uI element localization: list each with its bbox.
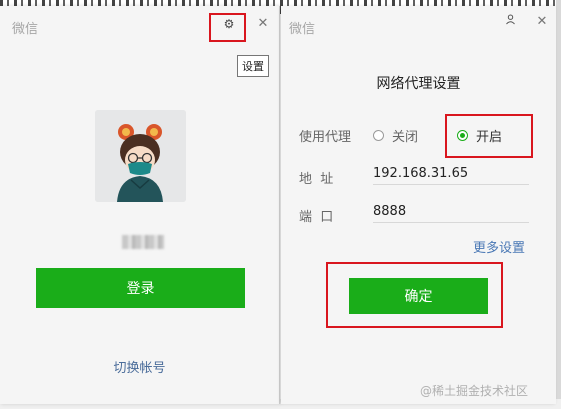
radio-circle (373, 130, 384, 141)
port-label: 端 口 (299, 210, 334, 225)
proxy-settings-window: 微信 ✕ 网络代理设置 使用代理 关闭 开启 地 址 端 口 更多设置 确定 (281, 6, 556, 404)
blurred-username (122, 235, 164, 249)
more-settings-link[interactable]: 更多设置 (473, 237, 525, 256)
window-title: 微信 (289, 22, 316, 37)
watermark: @稀土掘金技术社区 (420, 384, 529, 398)
address-label: 地 址 (299, 172, 334, 187)
user-icon-graphic (505, 14, 515, 25)
settings-tooltip: 设置 (237, 55, 269, 77)
login-window: 微信 ⚙ ✕ 设置 登录 切换帐号 (0, 6, 280, 404)
background-window-edge (556, 0, 561, 409)
user-button[interactable] (502, 13, 518, 29)
close-button[interactable]: ✕ (534, 12, 550, 30)
port-field[interactable] (373, 200, 529, 223)
close-icon: ✕ (536, 13, 548, 29)
confirm-button[interactable]: 确定 (349, 278, 488, 314)
avatar-illustration (95, 110, 186, 202)
settings-highlight-box (209, 13, 246, 42)
login-button[interactable]: 登录 (36, 268, 245, 308)
close-icon: ✕ (257, 15, 269, 31)
user-icon (505, 14, 516, 28)
enable-highlight-box (445, 114, 533, 158)
radio-label: 关闭 (392, 130, 419, 145)
avatar (95, 110, 186, 202)
proxy-heading: 网络代理设置 (376, 76, 461, 92)
proxy-off-radio[interactable]: 关闭 (373, 126, 418, 145)
close-button[interactable]: ✕ (255, 14, 271, 32)
use-proxy-label: 使用代理 (299, 130, 352, 145)
switch-account-link[interactable]: 切换帐号 (0, 357, 279, 376)
window-title: 微信 (12, 22, 39, 37)
address-field[interactable] (373, 162, 529, 185)
